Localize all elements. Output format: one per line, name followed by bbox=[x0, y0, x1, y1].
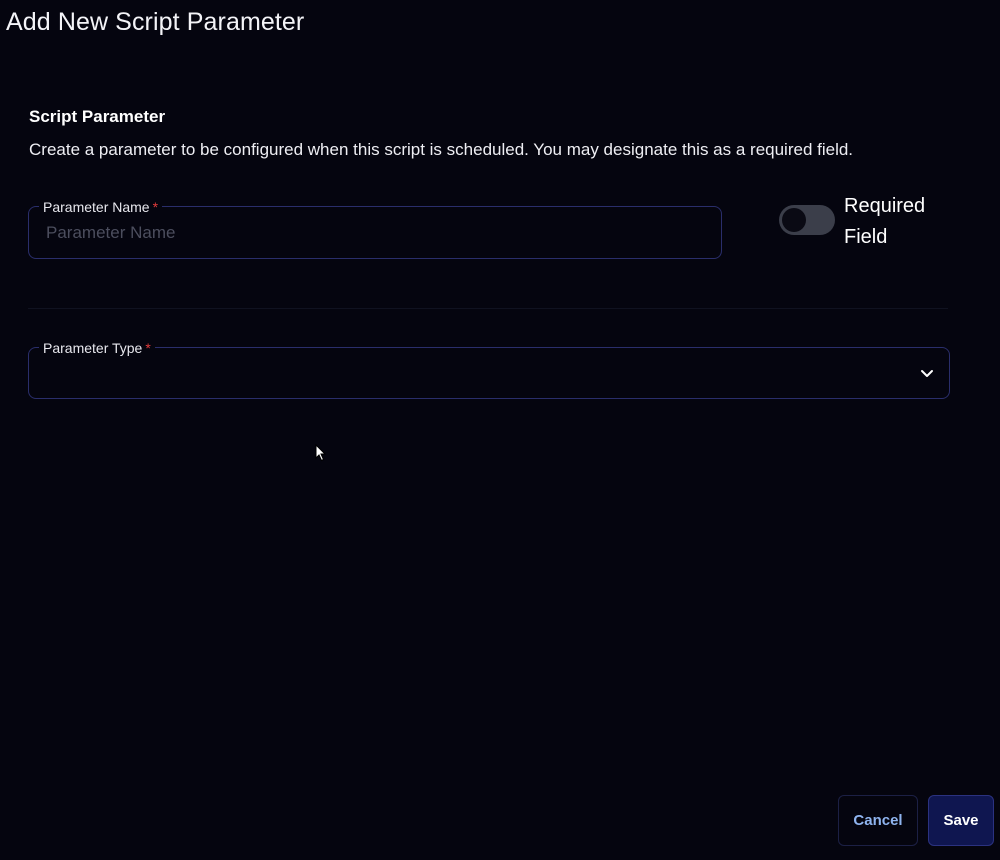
parameter-name-label: Parameter Name * bbox=[39, 198, 163, 216]
parameter-type-label: Parameter Type * bbox=[39, 339, 155, 357]
parameter-type-select[interactable]: Parameter Type * bbox=[28, 339, 950, 399]
toggle-knob bbox=[782, 208, 806, 232]
dialog: Add New Script Parameter Script Paramete… bbox=[0, 0, 1000, 860]
parameter-type-label-text: Parameter Type bbox=[43, 340, 143, 356]
save-button[interactable]: Save bbox=[928, 795, 994, 846]
cancel-button[interactable]: Cancel bbox=[838, 795, 918, 846]
divider bbox=[28, 308, 948, 309]
dialog-title: Add New Script Parameter bbox=[6, 8, 305, 36]
required-field-toggle[interactable] bbox=[779, 205, 835, 235]
required-asterisk: * bbox=[152, 199, 159, 215]
parameter-name-field[interactable]: Parameter Name * bbox=[28, 198, 722, 259]
section-description: Create a parameter to be configured when… bbox=[29, 140, 854, 159]
required-asterisk: * bbox=[145, 340, 151, 356]
mouse-cursor-icon bbox=[315, 444, 327, 462]
parameter-name-label-text: Parameter Name bbox=[43, 199, 150, 215]
required-field-label: Required Field bbox=[844, 195, 926, 248]
section-heading: Script Parameter bbox=[29, 107, 166, 126]
parameter-name-input[interactable] bbox=[46, 221, 696, 245]
chevron-down-icon[interactable] bbox=[919, 365, 935, 381]
